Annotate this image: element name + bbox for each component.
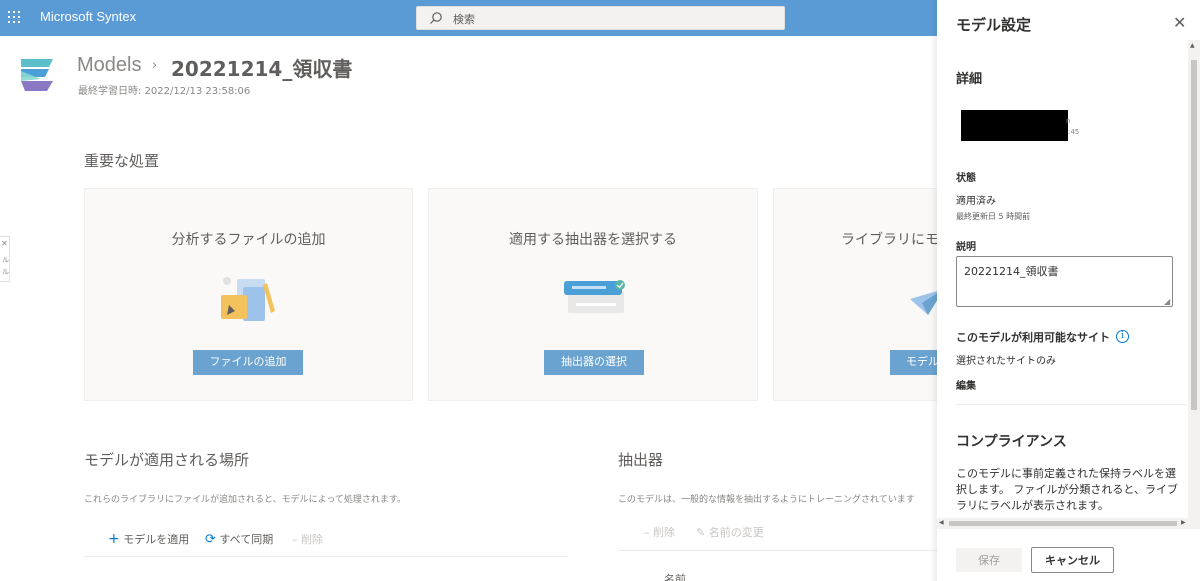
scroll-right-icon[interactable]: ▶ bbox=[1181, 519, 1186, 526]
redacted-text-tail: :45 bbox=[1068, 128, 1080, 136]
resize-grip-icon[interactable]: ◢ bbox=[1164, 297, 1170, 306]
card-select-extractor: 適用する抽出器を選択する 抽出器の選択 bbox=[428, 188, 758, 401]
vertical-scrollbar[interactable]: ▲ bbox=[1188, 40, 1200, 518]
search-icon bbox=[430, 12, 442, 24]
divider bbox=[84, 556, 568, 557]
applied-libraries-heading: モデルが適用される場所 bbox=[84, 451, 250, 469]
compliance-heading: コンプライアンス bbox=[956, 434, 1067, 450]
last-updated: 最終更新日 5 時間前 bbox=[956, 212, 1031, 221]
description-label: 説明 bbox=[956, 242, 976, 253]
applied-libraries-description: これらのライブラリにファイルが追加されると、モデルによって処理されます。 bbox=[84, 495, 407, 505]
model-settings-panel: モデル設定 ✕ 詳細 n :45 状態 適用済み 最終更新日 5 時間前 説明 … bbox=[937, 0, 1200, 581]
delete-library-command[interactable]: – 削除 bbox=[292, 531, 323, 547]
minus-icon: – bbox=[292, 533, 298, 546]
side-tab-close-icon: ✕ bbox=[1, 239, 8, 248]
cancel-button[interactable]: キャンセル bbox=[1031, 547, 1114, 573]
scroll-thumb[interactable] bbox=[1191, 60, 1197, 410]
last-trained-date: 最終学習日時: 2022/12/13 23:58:06 bbox=[78, 86, 251, 97]
divider bbox=[956, 404, 1186, 405]
select-extractor-button[interactable]: 抽出器の選択 bbox=[544, 350, 644, 375]
side-tab-label: ル bbox=[2, 256, 9, 264]
extractors-heading: 抽出器 bbox=[618, 451, 664, 469]
extractor-illustration bbox=[564, 280, 625, 313]
horizontal-scrollbar[interactable]: ◀ ▶ bbox=[937, 518, 1200, 529]
column-header-name[interactable]: 名前 bbox=[664, 571, 686, 581]
apply-model-command[interactable]: + モデルを適用 bbox=[108, 531, 189, 547]
add-files-button[interactable]: ファイルの追加 bbox=[193, 350, 303, 375]
panel-title: モデル設定 bbox=[956, 16, 1032, 34]
edit-sites-link[interactable]: 編集 bbox=[956, 377, 976, 392]
app-launcher-icon[interactable] bbox=[8, 11, 22, 25]
rename-icon: ✎ bbox=[696, 526, 706, 539]
compliance-description: このモデルに事前定義された保持ラベルを選択します。 ファイルが分類されると、ライ… bbox=[956, 467, 1178, 512]
app-name[interactable]: Microsoft Syntex bbox=[40, 9, 136, 24]
search-box[interactable]: 検索 bbox=[416, 6, 785, 30]
add-files-illustration bbox=[221, 277, 275, 321]
minus-icon: – bbox=[644, 526, 650, 539]
syntex-logo bbox=[21, 59, 53, 91]
scroll-thumb[interactable] bbox=[949, 521, 1177, 526]
breadcrumb-models[interactable]: Models bbox=[77, 54, 141, 77]
page-title: 20221214_領収書 bbox=[171, 57, 353, 81]
redacted-text-tail: n bbox=[1066, 117, 1071, 125]
card-apply-library: ライブラリにモ モデル bbox=[773, 188, 943, 401]
scroll-left-icon[interactable]: ◀ bbox=[939, 519, 944, 526]
status-value: 適用済み bbox=[956, 196, 996, 207]
sync-all-label: すべて同期 bbox=[219, 533, 274, 546]
save-button[interactable]: 保存 bbox=[956, 548, 1022, 572]
collapsed-side-tab[interactable]: ✕ ル ル bbox=[0, 236, 10, 282]
details-heading: 詳細 bbox=[956, 72, 983, 87]
delete-label: 削除 bbox=[301, 533, 323, 546]
card-title: ライブラリにモ bbox=[841, 232, 939, 248]
extractors-description: このモデルは、一般的な情報を抽出するようにトレーニングされています bbox=[618, 495, 915, 505]
sync-icon: ⟳ bbox=[205, 532, 216, 547]
delete-extractor-command[interactable]: – 削除 bbox=[644, 524, 675, 540]
side-tab-label: ル bbox=[2, 268, 9, 276]
card-title: 適用する抽出器を選択する bbox=[509, 232, 677, 248]
card-title: 分析するファイルの追加 bbox=[171, 232, 326, 248]
card-add-files: 分析するファイルの追加 ファイルの追加 bbox=[84, 188, 413, 401]
search-placeholder: 検索 bbox=[453, 13, 475, 26]
sync-all-command[interactable]: ⟳ すべて同期 bbox=[205, 531, 273, 547]
important-actions-heading: 重要な処置 bbox=[84, 152, 160, 170]
apply-model-label: モデルを適用 bbox=[123, 533, 190, 546]
rename-extractor-command[interactable]: ✎ 名前の変更 bbox=[696, 524, 764, 540]
available-sites-value: 選択されたサイトのみ bbox=[956, 356, 1056, 367]
plus-icon: + bbox=[108, 531, 120, 547]
scroll-up-icon[interactable]: ▲ bbox=[1190, 42, 1195, 49]
divider bbox=[618, 550, 938, 551]
close-icon[interactable]: ✕ bbox=[1173, 16, 1186, 32]
info-icon[interactable]: i bbox=[1116, 330, 1129, 343]
status-label: 状態 bbox=[956, 173, 976, 184]
redacted-block bbox=[961, 110, 1068, 141]
rename-label: 名前の変更 bbox=[708, 526, 764, 539]
description-field[interactable]: 20221214_領収書 bbox=[956, 256, 1173, 307]
breadcrumb-separator: › bbox=[152, 58, 158, 73]
available-sites-label: このモデルが利用可能なサイト bbox=[956, 331, 1110, 344]
delete-label: 削除 bbox=[653, 526, 675, 539]
